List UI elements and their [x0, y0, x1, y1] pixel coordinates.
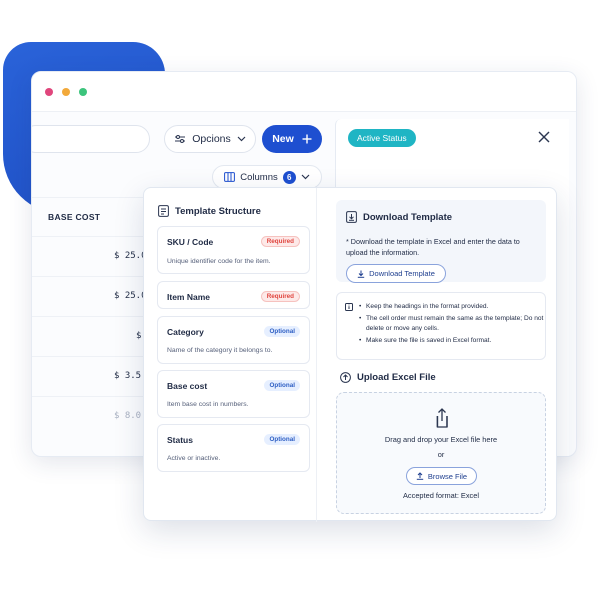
field-card-status: Status Optional Active or inactive. — [157, 424, 310, 472]
upload-circle-icon — [340, 372, 351, 383]
drag-drop-text: Drag and drop your Excel file here — [384, 435, 498, 444]
base-cost-cell: $ 8.0 — [114, 411, 142, 421]
search-input[interactable] — [32, 125, 150, 153]
maximize-window-dot[interactable] — [79, 87, 87, 96]
upload-excel-title: Upload Excel File — [357, 372, 436, 383]
note-item: The cell order must remain the same as t… — [359, 314, 544, 333]
base-cost-cell: $ 25.0 — [114, 291, 147, 301]
field-description: Item base cost in numbers. — [167, 401, 249, 408]
field-card-base-cost: Base cost Optional Item base cost in num… — [157, 370, 310, 418]
download-description: * Download the template in Excel and ent… — [346, 237, 520, 257]
plus-icon — [302, 134, 312, 144]
optional-badge: Optional — [264, 380, 300, 391]
field-name: Item Name — [167, 292, 210, 302]
options-button[interactable]: Opcions — [164, 125, 256, 153]
new-label: New — [272, 133, 294, 145]
base-cost-cell: $ 25.0 — [114, 251, 147, 261]
base-cost-header[interactable]: BASE COST — [48, 212, 100, 222]
download-template-section: Download Template * Download the templat… — [336, 200, 546, 283]
field-name: Status — [167, 435, 193, 445]
import-template-modal: Template Structure SKU / Code Required U… — [143, 187, 557, 522]
field-card-category: Category Optional Name of the category i… — [157, 316, 310, 364]
required-badge: Required — [260, 236, 300, 247]
field-name: Base cost — [167, 381, 208, 391]
template-structure-heading: Template Structure — [158, 205, 261, 217]
or-text: or — [437, 450, 445, 459]
notes-section: Keep the headings in the format provided… — [336, 292, 546, 360]
file-drop-zone[interactable]: Drag and drop your Excel file here or Br… — [336, 392, 546, 514]
base-cost-cell: $ — [136, 331, 142, 341]
field-description: Name of the category it belongs to. — [167, 347, 273, 354]
required-badge: Required — [260, 291, 300, 302]
download-template-label: Download Template — [369, 269, 435, 278]
columns-label: Columns — [240, 171, 278, 183]
optional-badge: Optional — [264, 326, 300, 337]
browse-file-label: Browse File — [427, 471, 468, 481]
download-template-button[interactable]: Download Template — [346, 264, 446, 283]
info-icon — [345, 303, 353, 311]
download-box-icon — [346, 211, 357, 223]
minimize-window-dot[interactable] — [62, 87, 70, 96]
columns-count-badge: 6 — [282, 170, 296, 184]
field-card-sku: SKU / Code Required Unique identifier co… — [157, 226, 310, 274]
upload-excel-heading: Upload Excel File — [340, 372, 436, 383]
optional-badge: Optional — [264, 434, 300, 445]
field-card-item-name: Item Name Required — [157, 281, 310, 309]
modal-divider — [316, 188, 317, 522]
columns-icon — [224, 172, 236, 182]
download-template-title: Download Template — [363, 211, 453, 223]
notes-list: Keep the headings in the format provided… — [359, 302, 544, 348]
chevron-down-icon — [237, 136, 246, 142]
download-template-heading: Download Template — [346, 211, 452, 223]
note-item: Make sure the file is saved in Excel for… — [359, 336, 544, 346]
upload-icon — [431, 407, 453, 429]
field-description: Unique identifier code for the item. — [167, 258, 271, 265]
template-structure-title: Template Structure — [175, 205, 261, 217]
sliders-icon — [174, 134, 186, 144]
field-name: Category — [167, 327, 204, 337]
base-cost-cell: $ 3.5 — [114, 371, 142, 381]
close-window-dot[interactable] — [45, 87, 53, 96]
accepted-format-text: Accepted format: Excel — [403, 491, 479, 500]
options-label: Opcions — [192, 133, 231, 145]
document-icon — [158, 205, 169, 217]
browse-file-button[interactable]: Browse File — [406, 467, 477, 485]
field-description: Active or inactive. — [167, 455, 221, 462]
close-icon[interactable] — [537, 131, 551, 145]
download-icon — [357, 270, 365, 278]
field-name: SKU / Code — [167, 237, 214, 247]
columns-button[interactable]: Columns 6 — [212, 165, 322, 189]
new-button[interactable]: New — [262, 125, 322, 153]
upload-small-icon — [416, 472, 424, 480]
note-item: Keep the headings in the format provided… — [359, 302, 544, 312]
window-titlebar — [32, 72, 576, 112]
chevron-down-icon — [301, 174, 310, 180]
active-status-badge[interactable]: Active Status — [348, 129, 416, 147]
